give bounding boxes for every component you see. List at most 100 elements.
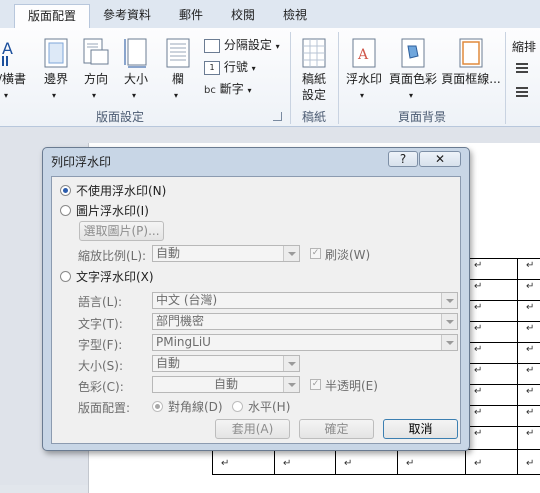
table-cell[interactable]: ↵ — [517, 279, 540, 301]
washout-label[interactable]: 刷淡(W) — [325, 246, 370, 263]
size-select[interactable]: 自動 — [152, 355, 300, 372]
chevron-down-icon: ▾ — [360, 91, 365, 100]
text-direction-icon: A — [2, 39, 13, 66]
table-cell[interactable]: ↵ — [465, 426, 518, 450]
draft-paper-icon — [302, 38, 326, 68]
cancel-button[interactable]: 取消 — [383, 419, 458, 439]
orientation-icon — [83, 38, 109, 65]
table-cell[interactable]: ↵ — [274, 449, 336, 475]
columns-icon — [166, 38, 190, 68]
indent-label: 縮排 — [512, 40, 537, 54]
indent-right-icon[interactable] — [512, 86, 530, 98]
diagonal-label[interactable]: 對角線(D) — [168, 398, 223, 415]
text-combobox[interactable]: 部門機密 — [152, 313, 458, 330]
chevron-down-icon: ▾ — [92, 91, 97, 100]
table-cell[interactable]: ↵ — [517, 321, 540, 343]
table-cell[interactable]: ↵ — [517, 300, 540, 322]
help-button[interactable]: ? — [388, 151, 418, 167]
horizontal-radio[interactable] — [232, 401, 243, 412]
chevron-down-icon: ▾ — [52, 91, 57, 100]
page-borders-button[interactable]: 頁面框線... — [440, 36, 502, 100]
horizontal-label[interactable]: 水平(H) — [248, 398, 290, 415]
table-cell[interactable]: ↵ — [517, 342, 540, 364]
chevron-down-icon: ▾ — [275, 42, 280, 51]
picture-watermark-label[interactable]: 圖片浮水印(I) — [76, 202, 149, 219]
no-watermark-label[interactable]: 不使用浮水印(N) — [76, 182, 166, 199]
semitransparent-label[interactable]: 半透明(E) — [325, 377, 378, 394]
table-cell[interactable]: ↵ — [465, 258, 518, 280]
margins-label: 邊界 — [43, 72, 68, 86]
page-borders-icon — [459, 38, 483, 68]
table-cell[interactable]: ↵ — [465, 321, 518, 343]
table-cell[interactable]: ↵ — [465, 449, 518, 475]
table-cell[interactable]: ↵ — [517, 449, 540, 475]
ribbon: A /横書 ▾ 邊界 ▾ 方向 ▾ 大小 ▾ 欄 ▾ 分隔設定 ▾ 1 行號 ▾… — [0, 28, 540, 127]
table-cell[interactable]: ↵ — [397, 449, 466, 475]
dialog-launcher-icon[interactable] — [273, 112, 282, 121]
size-label: 大小 — [123, 72, 148, 86]
table-cell[interactable]: ↵ — [517, 405, 540, 427]
table-cell[interactable]: ↵ — [465, 384, 518, 406]
table-cell[interactable]: ↵ — [517, 363, 540, 385]
margins-icon — [44, 38, 68, 68]
table-cell[interactable]: ↵ — [465, 363, 518, 385]
tab-review[interactable]: 校閱 — [220, 4, 266, 28]
table-cell[interactable]: ↵ — [335, 449, 398, 475]
line-numbers-button[interactable]: 1 行號 ▾ — [204, 58, 256, 75]
language-select[interactable]: 中文 (台灣) — [152, 292, 458, 309]
text-direction-button[interactable]: A /横書 ▾ — [0, 36, 32, 100]
scale-select[interactable]: 自動 — [152, 245, 300, 262]
ok-button[interactable]: 確定 — [299, 419, 374, 439]
diagonal-radio[interactable] — [152, 401, 163, 412]
columns-button[interactable]: 欄 ▾ — [160, 36, 196, 100]
close-icon: ✕ — [434, 152, 446, 166]
text-watermark-label[interactable]: 文字浮水印(X) — [76, 268, 154, 285]
tab-view[interactable]: 檢視 — [272, 4, 318, 28]
text-watermark-radio[interactable] — [60, 271, 71, 282]
close-button[interactable]: ✕ — [419, 151, 461, 167]
table-cell[interactable]: ↵ — [465, 279, 518, 301]
table-cell[interactable]: ↵ — [465, 300, 518, 322]
table-cell[interactable]: ↵ — [212, 449, 275, 475]
select-picture-button[interactable]: 選取圖片(P)... — [79, 221, 164, 241]
picture-watermark-radio[interactable] — [60, 205, 71, 216]
semitransparent-checkbox[interactable]: ✓ — [310, 379, 321, 390]
watermark-button[interactable]: A 浮水印 ▾ — [342, 36, 386, 100]
font-select[interactable]: PMingLiU — [152, 334, 458, 351]
color-label: 色彩(C): — [78, 380, 124, 394]
indent-left-icon[interactable] — [512, 62, 530, 74]
tab-references[interactable]: 參考資料 — [92, 4, 162, 28]
apply-button[interactable]: 套用(A) — [215, 419, 290, 439]
orientation-label: 方向 — [83, 72, 108, 86]
tab-mailings[interactable]: 郵件 — [168, 4, 214, 28]
table-cell[interactable]: ↵ — [517, 258, 540, 280]
page-size-icon — [124, 38, 147, 68]
help-icon: ? — [399, 152, 407, 166]
svg-text:A: A — [357, 47, 369, 63]
table-cell[interactable]: ↵ — [517, 384, 540, 406]
page-color-icon — [401, 38, 425, 68]
no-watermark-radio[interactable] — [60, 185, 71, 196]
chevron-down-icon — [441, 293, 457, 308]
language-label: 語言(L): — [78, 295, 123, 309]
font-label: 字型(F): — [78, 338, 123, 352]
color-select[interactable]: 自動 — [152, 376, 300, 393]
text-label: 文字(T): — [78, 317, 123, 331]
draft-paper-button[interactable]: 稿紙 設定 — [294, 36, 334, 106]
size-button[interactable]: 大小 ▾ — [118, 36, 154, 100]
chevron-down-icon — [441, 335, 457, 350]
hyphenation-button[interactable]: bc 斷字 ▾ — [204, 80, 252, 97]
table-cell[interactable]: ↵ — [465, 342, 518, 364]
table-cell[interactable]: ↵ — [465, 405, 518, 427]
dialog-title: 列印浮水印 — [51, 155, 112, 169]
draft-paper-label-line2: 設定 — [301, 88, 326, 102]
breaks-icon — [204, 38, 220, 53]
orientation-button[interactable]: 方向 ▾ — [78, 36, 114, 100]
table-cell[interactable]: ↵ — [517, 426, 540, 450]
washout-checkbox[interactable]: ✓ — [310, 248, 321, 259]
page-color-button[interactable]: 頁面色彩 ▾ — [388, 36, 438, 100]
tab-page-layout[interactable]: 版面配置 — [14, 4, 90, 29]
margins-button[interactable]: 邊界 ▾ — [38, 36, 74, 100]
breaks-button[interactable]: 分隔設定 ▾ — [204, 36, 280, 53]
columns-label: 欄 — [171, 72, 184, 86]
